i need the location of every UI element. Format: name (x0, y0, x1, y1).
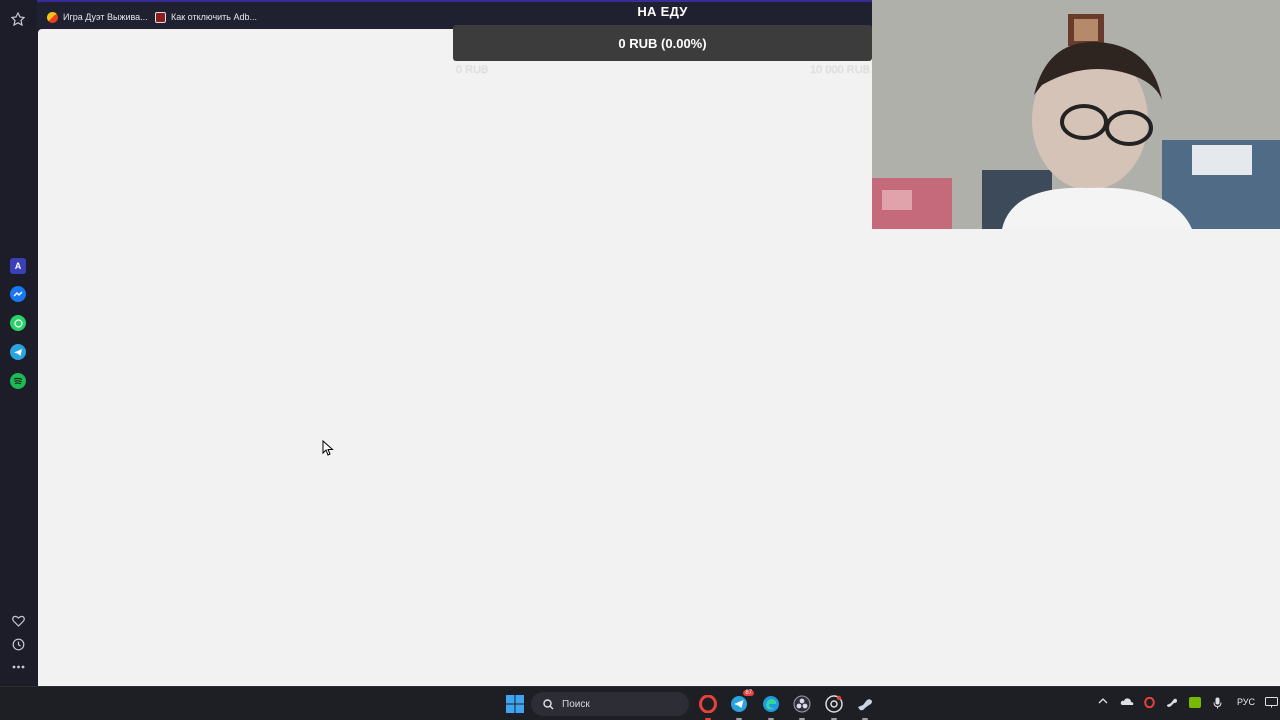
page-favicon-icon (155, 11, 166, 23)
goal-progress-bar: 0 RUB (0.00%) (453, 25, 872, 61)
telegram-icon[interactable] (9, 343, 27, 361)
tray-overflow-chevron-icon[interactable] (1098, 697, 1108, 707)
opera-tray-icon[interactable] (1144, 696, 1155, 710)
steam-icon[interactable] (854, 693, 876, 720)
edge-icon[interactable] (760, 693, 782, 720)
webcam-overlay (872, 0, 1280, 229)
webcam-image (872, 0, 1280, 229)
history-icon[interactable] (9, 635, 27, 653)
taskbar-search-box[interactable]: Поиск (531, 692, 689, 716)
windows-start-icon[interactable] (504, 693, 526, 715)
cloud-icon[interactable] (1120, 697, 1134, 708)
more-icon[interactable] (9, 658, 27, 676)
goal-max-label: 10 000 RUB (810, 64, 870, 76)
goal-min-label: 0 RUB (456, 64, 489, 76)
messenger-icon[interactable] (9, 285, 27, 303)
mouse-cursor-icon (322, 440, 334, 456)
heart-icon[interactable] (9, 612, 27, 630)
bookmark-item-2[interactable]: Как отключить Adb... (155, 9, 257, 25)
bookmark-label: Как отключить Adb... (171, 12, 258, 22)
aria-icon[interactable]: A (9, 257, 27, 275)
goal-amount: 0 RUB (0.00%) (618, 35, 707, 51)
browser-sidebar: A (0, 0, 37, 686)
bookmark-label: Игра Дуэт Выжива... (63, 12, 148, 22)
goal-title: НА ЕДУ (637, 4, 688, 19)
obs-icon[interactable] (791, 693, 813, 720)
ghost-favicon-icon (47, 11, 58, 23)
search-icon (543, 698, 554, 709)
steam-tray-icon[interactable] (1166, 697, 1178, 710)
search-placeholder: Поиск (562, 698, 590, 710)
telegram-unread-badge: 87 (743, 690, 754, 696)
pin-icon[interactable] (9, 10, 27, 28)
language-indicator[interactable]: РУС (1237, 697, 1255, 707)
telegram-icon[interactable]: 87 (728, 690, 754, 720)
desktop: Игра Дуэт Выжива... Как отключить Adb...… (0, 0, 1280, 720)
taskbar: Поиск 87 РУС (0, 686, 1280, 720)
opera-icon[interactable] (697, 693, 719, 720)
donation-goal-widget: НА ЕДУ 0 RUB (0.00%) 0 RUB 10 000 RUB (453, 0, 872, 78)
spotify-icon[interactable] (9, 372, 27, 390)
bookmark-item-1[interactable]: Игра Дуэт Выжива... (47, 9, 148, 25)
monitor-icon[interactable] (1265, 697, 1278, 710)
whatsapp-icon[interactable] (9, 314, 27, 332)
microphone-icon[interactable] (1213, 697, 1222, 711)
chrome-icon[interactable] (823, 693, 845, 720)
nvidia-icon[interactable] (1189, 697, 1201, 710)
